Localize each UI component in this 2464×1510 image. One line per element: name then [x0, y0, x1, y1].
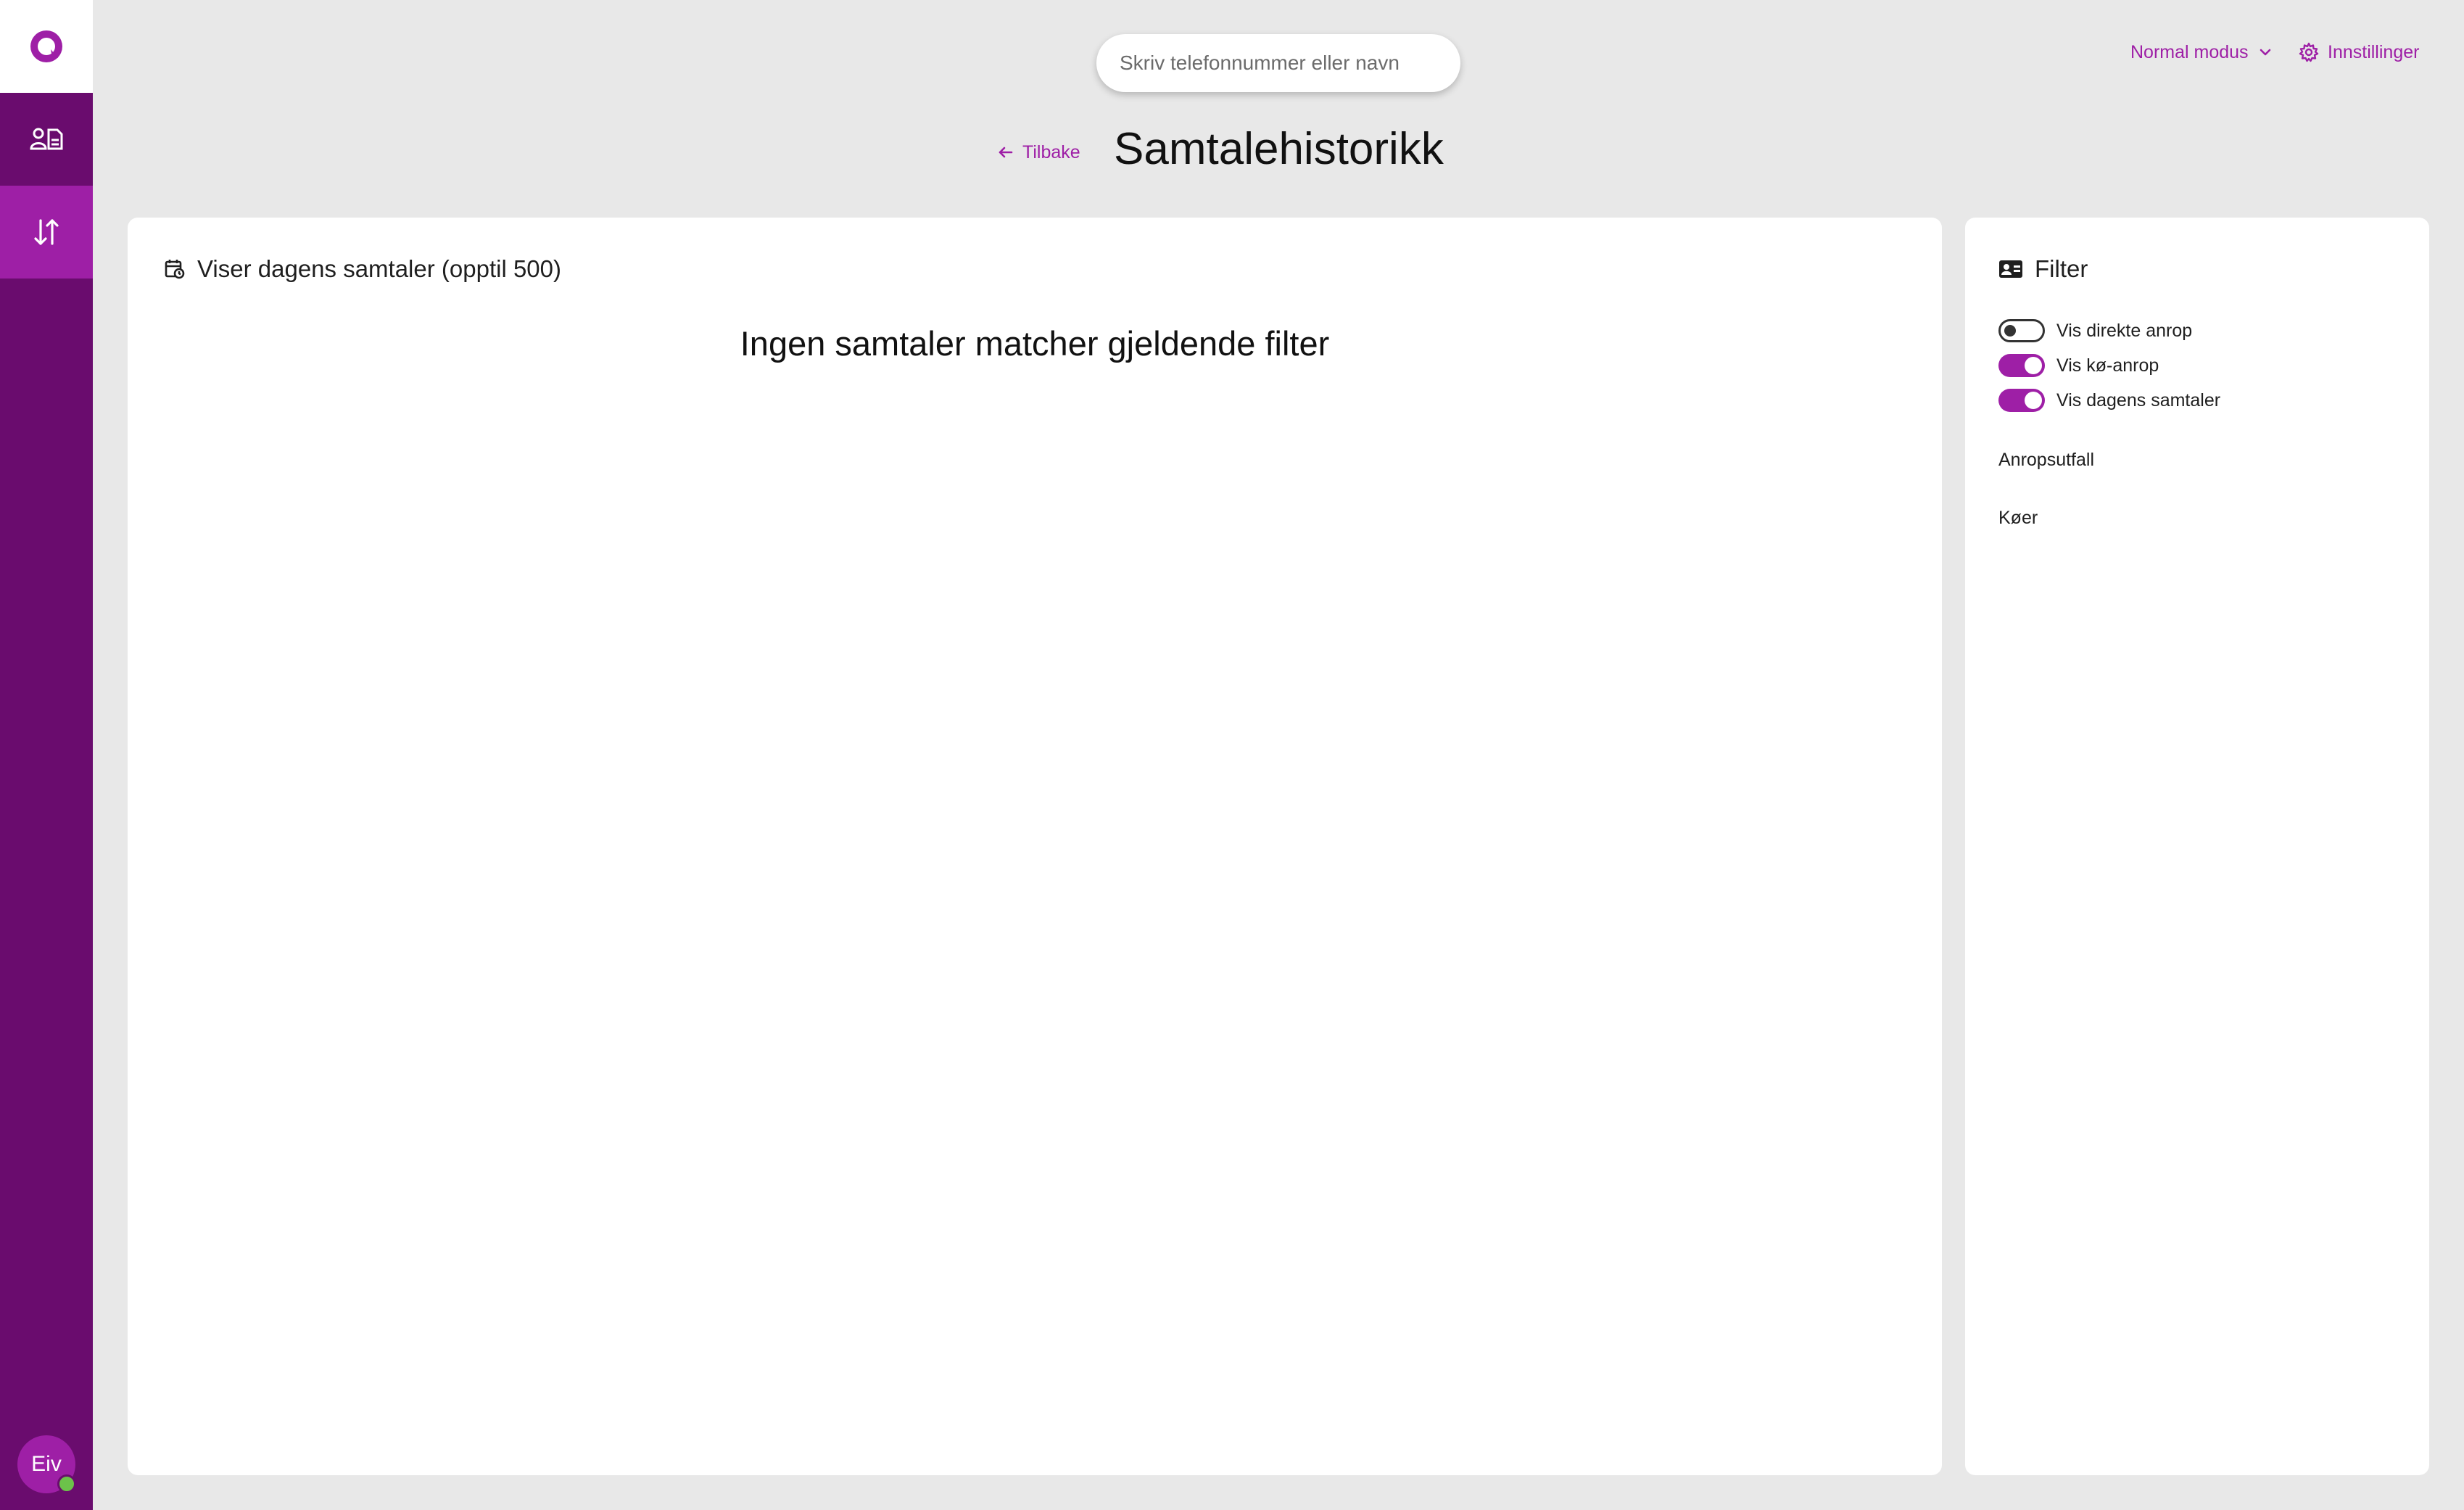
online-status-indicator — [57, 1474, 76, 1493]
direct-calls-toggle[interactable] — [1998, 319, 2045, 342]
search-input[interactable] — [1096, 34, 1460, 92]
toggle-label: Vis kø-anrop — [2056, 355, 2159, 376]
avatar-initials: Eiv — [31, 1452, 62, 1476]
settings-button[interactable]: Innstillinger — [2299, 38, 2419, 67]
sidebar: Eiv — [0, 0, 93, 1510]
back-link[interactable]: Tilbake — [996, 138, 1080, 167]
gear-icon — [2299, 42, 2319, 62]
toggle-row-queue-calls: Vis kø-anrop — [1998, 354, 2159, 377]
call-list-header: Viser dagens samtaler (opptil 500) — [164, 255, 561, 283]
toggle-row-todays-calls: Vis dagens samtaler — [1998, 389, 2220, 412]
settings-label: Innstillinger — [2328, 41, 2420, 62]
toggle-label: Vis direkte anrop — [2056, 320, 2193, 341]
call-list-title: Viser dagens samtaler (opptil 500) — [197, 255, 561, 282]
mode-dropdown[interactable]: Normal modus — [2130, 38, 2273, 67]
page-title: Samtalehistorikk — [1114, 124, 1444, 174]
queue-calls-toggle[interactable] — [1998, 354, 2045, 377]
app-logo[interactable] — [0, 0, 93, 93]
filter-title: Filter — [2035, 255, 2088, 282]
todays-calls-toggle[interactable] — [1998, 389, 2045, 412]
app-root: Eiv Normal modus Innstillinger Tilbake S… — [0, 0, 2464, 1510]
filter-panel: Filter Vis direkte anrop Vis kø-anrop Vi… — [1965, 218, 2429, 1475]
contacts-icon — [30, 128, 63, 150]
calendar-clock-icon — [165, 260, 185, 279]
call-list-card: Viser dagens samtaler (opptil 500) Ingen… — [128, 218, 1942, 1475]
queues-filter[interactable]: Køer — [1998, 508, 2038, 529]
toggle-label: Vis dagens samtaler — [2056, 389, 2221, 410]
empty-state-message: Ingen samtaler matcher gjeldende filter — [740, 324, 1330, 363]
app-logo-icon — [30, 30, 62, 62]
sidebar-item-call-history[interactable] — [0, 186, 93, 279]
chevron-down-icon — [2260, 49, 2270, 56]
filter-header: Filter — [1998, 255, 2088, 283]
call-history-icon — [34, 219, 59, 245]
mode-label: Normal modus — [2130, 41, 2249, 62]
sidebar-item-contacts[interactable] — [0, 93, 93, 186]
toggle-row-direct-calls: Vis direkte anrop — [1998, 319, 2192, 342]
arrow-left-icon — [999, 147, 1013, 158]
call-outcome-filter[interactable]: Anropsutfall — [1998, 450, 2094, 471]
contact-card-icon — [1999, 260, 2022, 278]
back-label: Tilbake — [1022, 141, 1080, 162]
